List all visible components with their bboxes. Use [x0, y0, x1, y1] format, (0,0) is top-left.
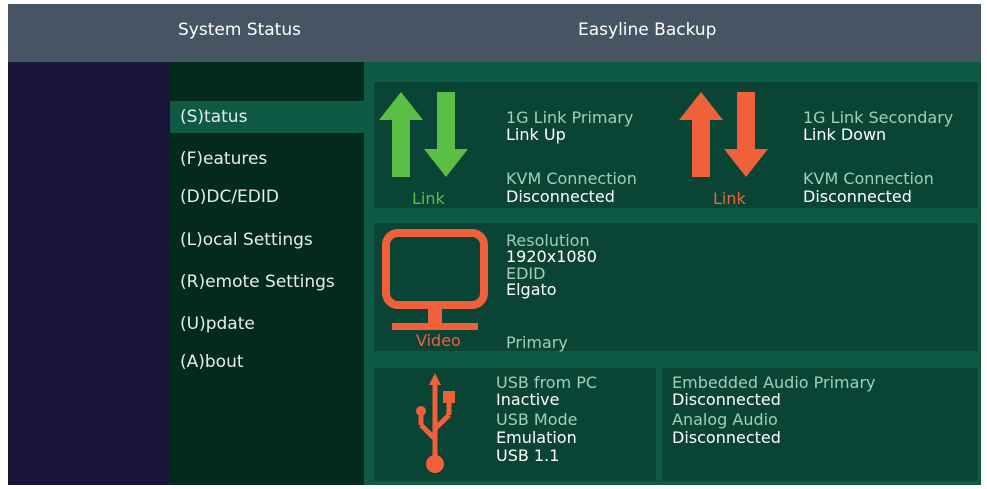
status-main-area: Link 1G Link Primary Link Up KVM Connect… — [364, 62, 981, 485]
menu-item-local-settings[interactable]: (L)ocal Settings — [170, 224, 364, 256]
analog-audio-title: Analog Audio — [672, 410, 778, 429]
link-primary-value: Link Up — [506, 125, 566, 144]
menu-item-about[interactable]: (A)bout — [170, 346, 364, 378]
link-primary-icon-label: Link — [412, 189, 445, 208]
embedded-audio-value: Disconnected — [672, 390, 781, 409]
device-title: Easyline Backup — [578, 20, 717, 40]
embedded-audio-title: Embedded Audio Primary — [672, 373, 876, 392]
usb-from-pc-value: Inactive — [496, 390, 560, 409]
audio-status-panel: Embedded Audio Primary Disconnected Anal… — [662, 368, 978, 481]
link-up-icon — [379, 92, 468, 177]
link-secondary-value: Link Down — [803, 125, 887, 144]
main-menu: (S)tatus (F)eatures (D)DC/EDID (L)ocal S… — [170, 62, 364, 485]
video-status-panel: Video Resolution 1920x1080 EDID Elgato P… — [374, 223, 978, 351]
usb-mode-title: USB Mode — [496, 410, 578, 429]
usb-status-panel: USB from PC Inactive USB Mode Emulation … — [374, 368, 656, 481]
link-primary-title: 1G Link Primary — [506, 108, 634, 127]
section-title: System Status — [178, 20, 301, 40]
video-icon-label: Video — [416, 331, 461, 350]
link-status-panel: Link 1G Link Primary Link Up KVM Connect… — [374, 82, 978, 208]
link-secondary-icon-label: Link — [713, 189, 746, 208]
link-down-icon — [679, 92, 768, 177]
link-secondary-title: 1G Link Secondary — [803, 108, 954, 127]
usb-mode-value: Emulation — [496, 428, 577, 447]
kvm-status-screen: System Status Easyline Backup (S)tatus (… — [8, 4, 981, 485]
video-source: Primary — [506, 333, 568, 352]
usb-version: USB 1.1 — [496, 446, 560, 465]
menu-item-status[interactable]: (S)tatus — [170, 101, 364, 133]
resolution-value: 1920x1080 — [506, 247, 597, 266]
monitor-icon — [382, 229, 488, 330]
menu-item-remote-settings[interactable]: (R)emote Settings — [170, 266, 364, 298]
kvm-primary-title: KVM Connection — [506, 169, 637, 188]
kvm-secondary-title: KVM Connection — [803, 169, 934, 188]
usb-icon — [416, 373, 455, 473]
menu-item-update[interactable]: (U)pdate — [170, 308, 364, 340]
top-header: System Status Easyline Backup — [8, 4, 981, 62]
analog-audio-value: Disconnected — [672, 428, 781, 447]
usb-from-pc-title: USB from PC — [496, 373, 598, 392]
menu-item-features[interactable]: (F)eatures — [170, 143, 364, 175]
kvm-secondary-value: Disconnected — [803, 187, 912, 206]
kvm-primary-value: Disconnected — [506, 187, 615, 206]
menu-item-ddc-edid[interactable]: (D)DC/EDID — [170, 181, 364, 213]
edid-value: Elgato — [506, 280, 557, 299]
